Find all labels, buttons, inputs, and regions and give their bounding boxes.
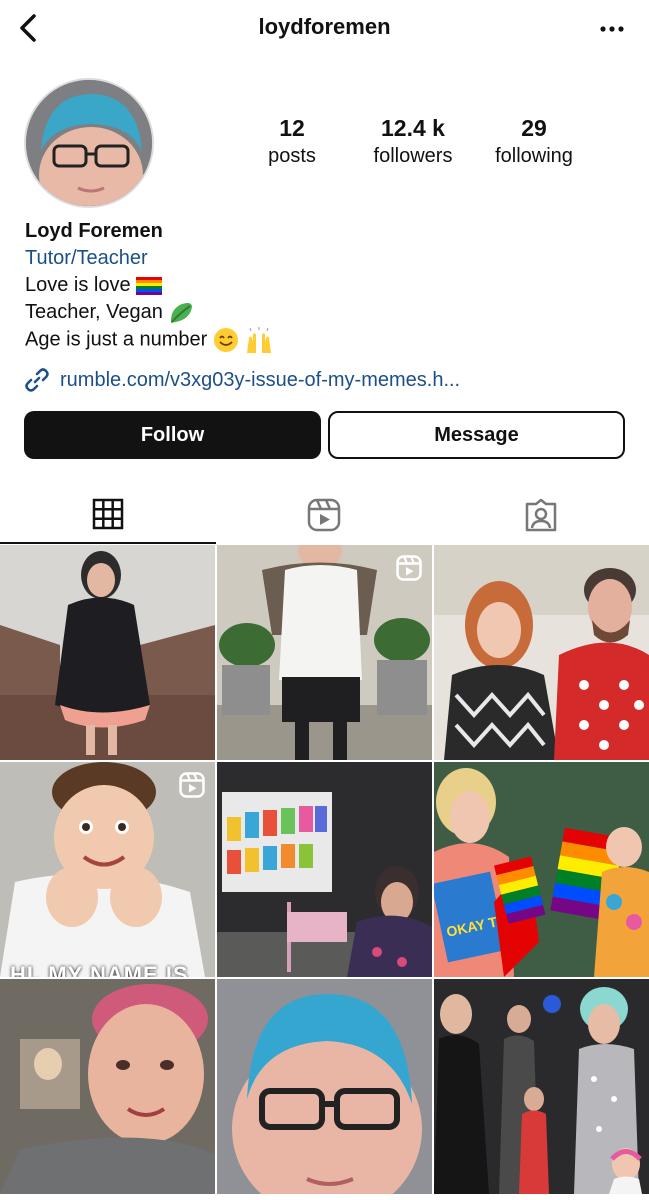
message-button[interactable]: Message bbox=[328, 411, 625, 459]
bio-line-3: Age is just a number bbox=[25, 326, 625, 354]
bio-line-3-text: Age is just a number bbox=[25, 328, 208, 351]
reel-badge-icon bbox=[179, 772, 205, 798]
profile-bio: Loyd Foremen Tutor/Teacher Love is love … bbox=[25, 218, 625, 354]
follow-button[interactable]: Follow bbox=[24, 411, 321, 459]
posts-label: posts bbox=[268, 145, 316, 167]
profile-category[interactable]: Tutor/Teacher bbox=[25, 245, 625, 272]
followers-count[interactable]: 12.4 k followers bbox=[348, 114, 478, 170]
posts-number: 12 bbox=[279, 115, 305, 141]
posts-count[interactable]: 12 posts bbox=[227, 114, 357, 170]
bio-line-1-text: Love is love bbox=[25, 274, 131, 296]
profile-avatar[interactable] bbox=[24, 78, 154, 208]
post-thumbnail[interactable]: HI, MY NAME IS bbox=[0, 762, 215, 977]
tab-reels[interactable] bbox=[216, 486, 432, 544]
bio-line-2: Teacher, Vegan bbox=[25, 299, 625, 326]
post-thumbnail[interactable]: OKAY TO bbox=[434, 762, 649, 977]
profile-username: loydforemen bbox=[258, 14, 391, 39]
post-thumbnail[interactable] bbox=[217, 979, 432, 1194]
raising-hands-icon bbox=[247, 327, 272, 353]
post-thumbnail[interactable] bbox=[217, 762, 432, 977]
grid-icon bbox=[92, 498, 124, 530]
followers-number: 12.4 k bbox=[381, 115, 445, 141]
post-thumbnail[interactable] bbox=[434, 979, 649, 1194]
rainbow-flag-icon bbox=[136, 276, 163, 295]
post-thumbnail[interactable] bbox=[0, 979, 215, 1194]
meme-caption: HI, MY NAME IS bbox=[10, 962, 189, 977]
reel-badge-icon bbox=[396, 555, 422, 581]
following-label: following bbox=[495, 145, 573, 167]
top-bar: loydforemen bbox=[0, 0, 649, 56]
tagged-person-icon bbox=[525, 498, 557, 532]
reels-icon bbox=[307, 498, 341, 532]
smiling-face-icon bbox=[213, 328, 238, 352]
post-thumbnail[interactable] bbox=[0, 545, 215, 760]
posts-grid: HI, MY NAME IS OKAY TO bbox=[0, 545, 649, 1200]
more-options-icon[interactable] bbox=[599, 16, 625, 42]
profile-tabs bbox=[0, 486, 649, 544]
profile-link-text: rumble.com/v3xg03y-issue-of-my-memes.h..… bbox=[60, 368, 461, 391]
bio-line-2-text: Teacher, Vegan bbox=[25, 301, 163, 323]
display-name: Loyd Foremen bbox=[25, 220, 163, 242]
tab-grid[interactable] bbox=[0, 486, 216, 544]
following-count[interactable]: 29 following bbox=[469, 114, 599, 170]
link-icon bbox=[25, 368, 49, 392]
post-thumbnail[interactable] bbox=[217, 545, 432, 760]
tab-tagged[interactable] bbox=[433, 486, 649, 544]
post-thumbnail[interactable] bbox=[434, 545, 649, 760]
followers-label: followers bbox=[373, 145, 453, 167]
bio-line-1: Love is love bbox=[25, 272, 625, 299]
profile-link[interactable]: rumble.com/v3xg03y-issue-of-my-memes.h..… bbox=[24, 366, 460, 394]
leafy-green-icon bbox=[171, 302, 193, 323]
following-number: 29 bbox=[521, 115, 547, 141]
